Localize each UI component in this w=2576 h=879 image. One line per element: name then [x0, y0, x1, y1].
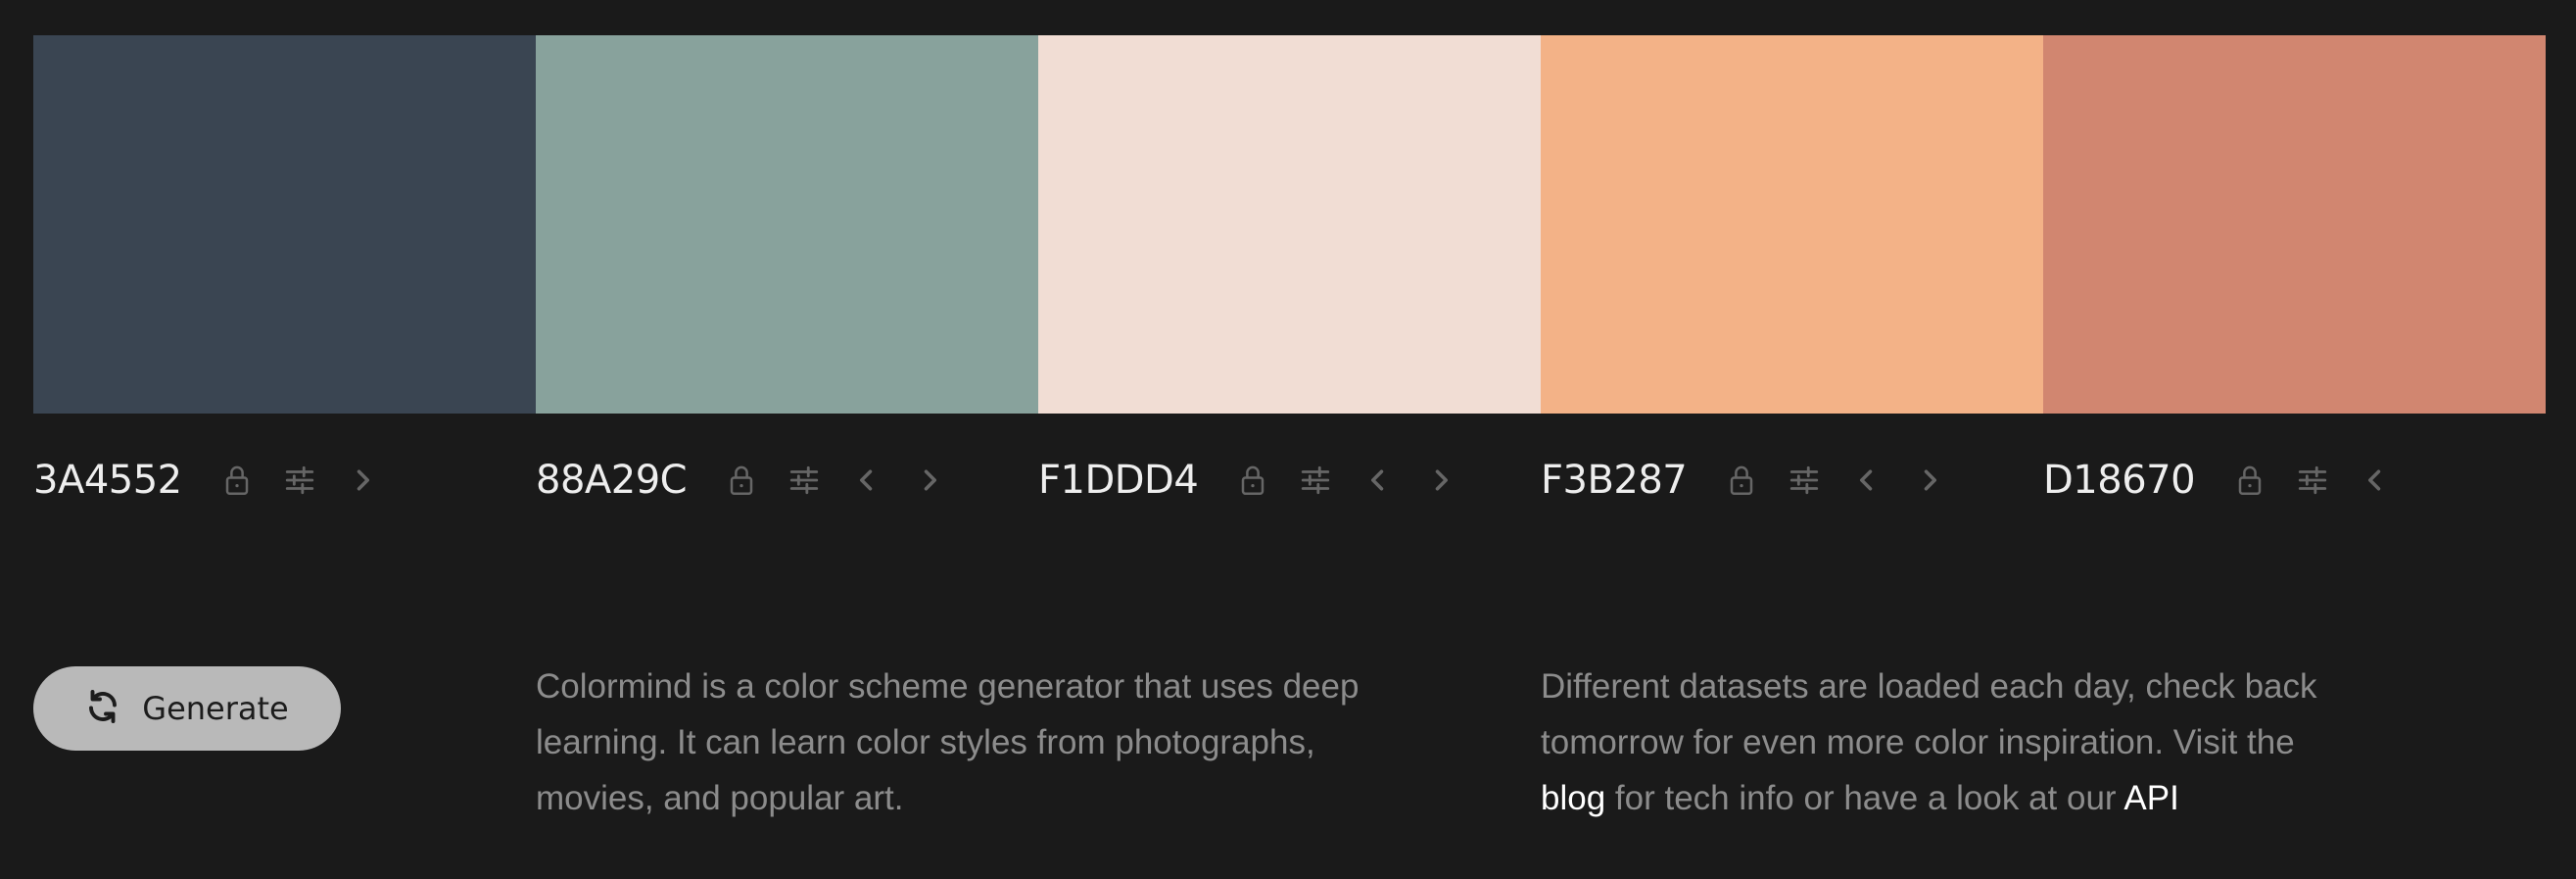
lock-icon[interactable]: [1231, 459, 1274, 502]
about-line-1: Colormind is a color scheme generator th…: [536, 667, 1360, 706]
chevron-right-icon[interactable]: [1419, 459, 1462, 502]
color-controls-4: F3B287: [1541, 451, 1951, 510]
adjust-sliders-icon[interactable]: [1783, 459, 1826, 502]
refresh-icon: [85, 689, 120, 728]
adjust-sliders-icon[interactable]: [783, 459, 826, 502]
info-description: Different datasets are loaded each day, …: [1541, 659, 2317, 826]
color-swatch-4[interactable]: [1541, 35, 2043, 414]
adjust-sliders-icon[interactable]: [2291, 459, 2334, 502]
blog-link[interactable]: blog: [1541, 779, 1605, 817]
about-line-2: learning. It can learn color styles from…: [536, 723, 1315, 761]
chevron-right-icon[interactable]: [1908, 459, 1951, 502]
hex-value[interactable]: D18670: [2043, 458, 2196, 503]
chevron-left-icon[interactable]: [2354, 459, 2397, 502]
info-line-3: blog for tech info or have a look at our…: [1541, 770, 2317, 826]
about-line-3: movies, and popular art.: [536, 779, 904, 817]
api-link[interactable]: API: [2123, 779, 2178, 817]
lock-icon[interactable]: [215, 459, 259, 502]
info-line-3-text: for tech info or have a look at our: [1605, 779, 2124, 817]
generate-button[interactable]: Generate: [33, 666, 341, 751]
info-line-1: Different datasets are loaded each day, …: [1541, 667, 2317, 706]
hex-value[interactable]: F1DDD4: [1038, 458, 1199, 503]
color-palette: [33, 35, 2546, 414]
hex-value[interactable]: 88A29C: [536, 458, 688, 503]
chevron-left-icon[interactable]: [1357, 459, 1400, 502]
color-swatch-2[interactable]: [536, 35, 1038, 414]
chevron-left-icon[interactable]: [1845, 459, 1888, 502]
hex-value[interactable]: 3A4552: [33, 458, 182, 503]
color-controls-2: 88A29C: [536, 451, 951, 510]
adjust-sliders-icon[interactable]: [1294, 459, 1337, 502]
lock-icon[interactable]: [720, 459, 763, 502]
chevron-left-icon[interactable]: [845, 459, 888, 502]
palette-controls: 3A4552 88A29C F1DDD4 F3B287 D18670: [33, 451, 2546, 510]
color-controls-3: F1DDD4: [1038, 451, 1462, 510]
color-controls-1: 3A4552: [33, 451, 384, 510]
hex-value[interactable]: F3B287: [1541, 458, 1688, 503]
color-swatch-1[interactable]: [33, 35, 536, 414]
about-description: Colormind is a color scheme generator th…: [536, 659, 1359, 826]
color-swatch-3[interactable]: [1038, 35, 1541, 414]
chevron-right-icon[interactable]: [908, 459, 951, 502]
color-swatch-5[interactable]: [2043, 35, 2546, 414]
color-controls-5: D18670: [2043, 451, 2397, 510]
info-line-2: tomorrow for even more color inspiration…: [1541, 723, 2295, 761]
adjust-sliders-icon[interactable]: [278, 459, 321, 502]
generate-label: Generate: [142, 690, 289, 727]
chevron-right-icon[interactable]: [341, 459, 384, 502]
lock-icon[interactable]: [2228, 459, 2271, 502]
lock-icon[interactable]: [1720, 459, 1763, 502]
